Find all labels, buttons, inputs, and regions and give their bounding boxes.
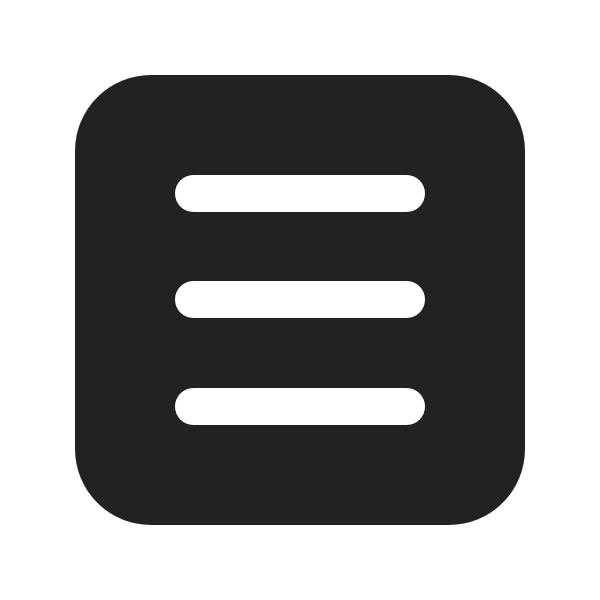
menu-line-top (175, 175, 425, 212)
menu-line-bottom (175, 388, 425, 425)
hamburger-menu-icon[interactable] (75, 75, 525, 525)
icon-canvas (0, 0, 600, 600)
menu-line-middle (175, 281, 425, 318)
